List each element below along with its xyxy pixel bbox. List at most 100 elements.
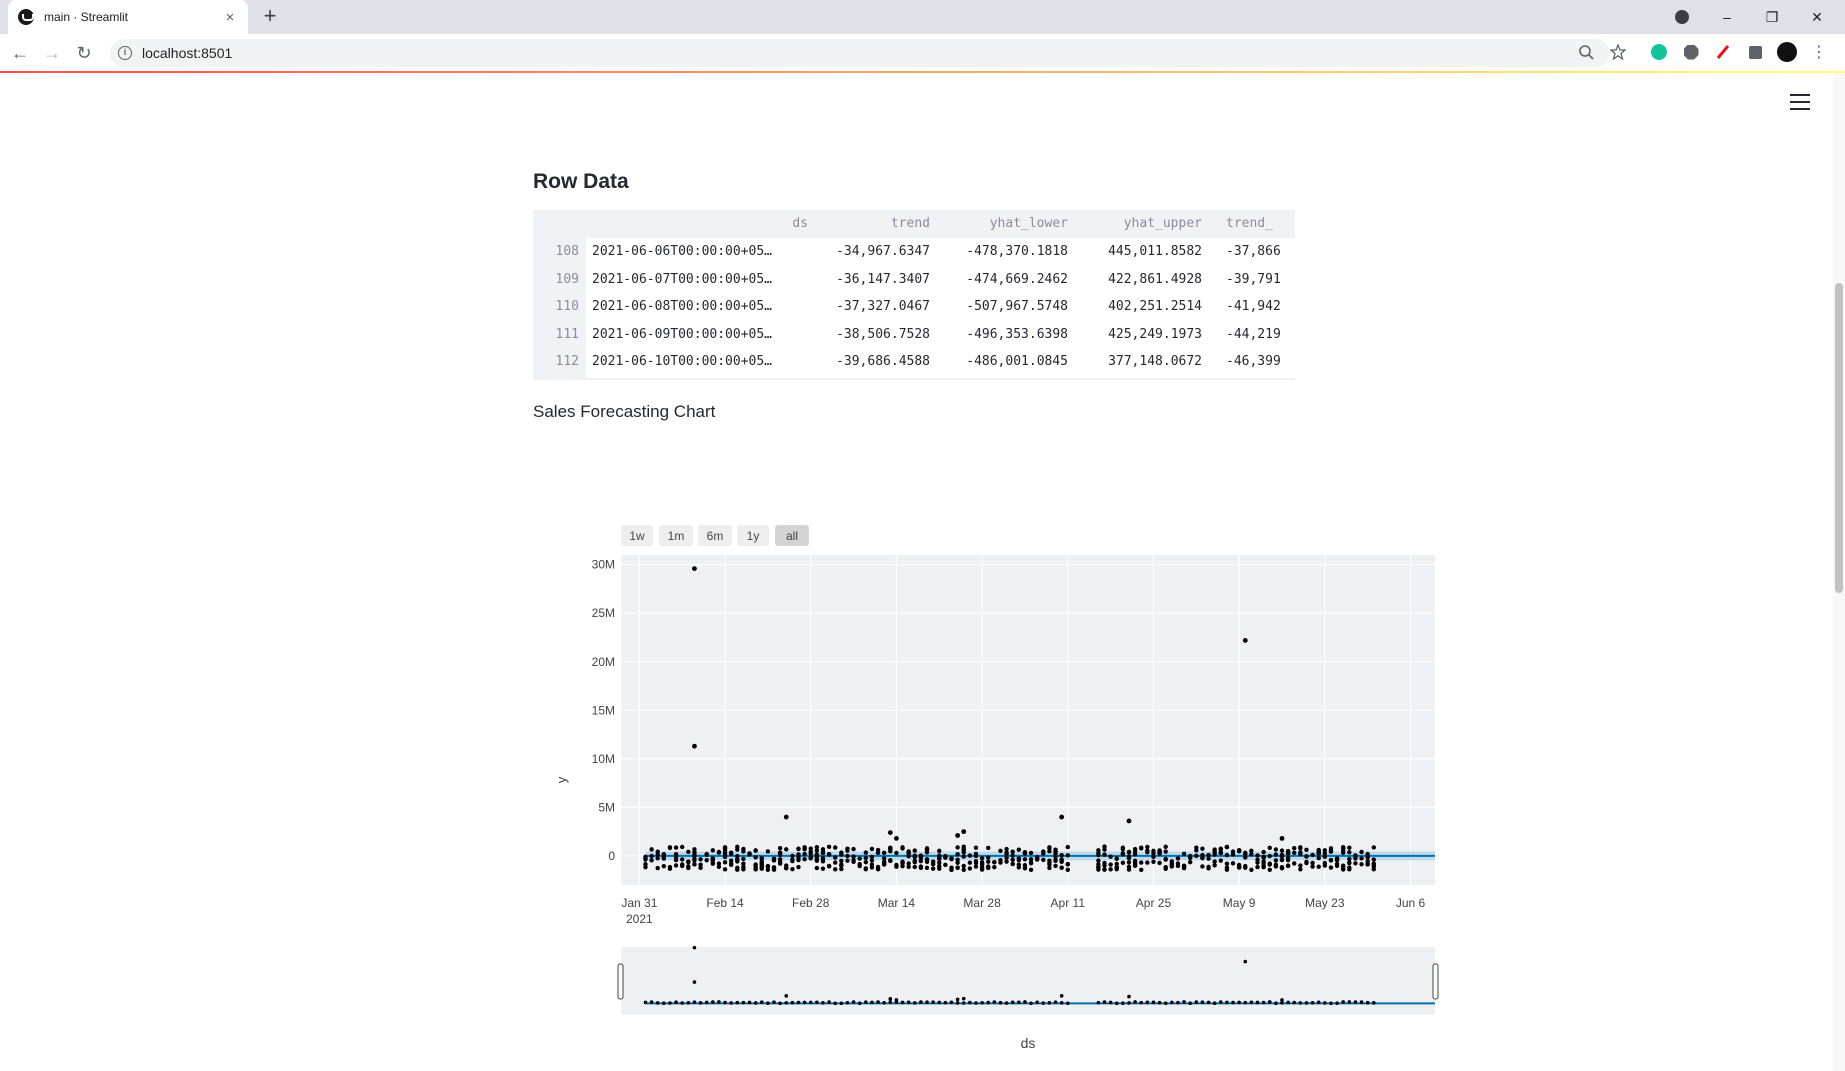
data-point xyxy=(796,864,801,870)
data-point xyxy=(649,858,654,863)
cell-yhat-upper[interactable]: 445,011.8582 xyxy=(1078,244,1202,259)
row-data-table[interactable]: ds trend yhat_lower yhat_upper trend_ 10… xyxy=(533,210,1295,380)
profile-avatar-icon[interactable] xyxy=(1777,42,1797,62)
site-info-icon[interactable]: i xyxy=(118,46,132,60)
data-point xyxy=(1353,861,1358,866)
cell-yhat-upper[interactable]: 402,251.2514 xyxy=(1078,299,1202,314)
cell-yhat-lower[interactable]: -507,967.5748 xyxy=(940,299,1068,314)
data-point xyxy=(1194,853,1199,859)
y-tick-label: 20M xyxy=(592,655,615,669)
cell-yhat-lower[interactable]: -474,669.2462 xyxy=(940,272,1068,287)
reload-button[interactable]: ↻ xyxy=(72,41,96,65)
x-tick-label: Mar 28 xyxy=(963,896,1001,910)
hamburger-menu-icon[interactable] xyxy=(1790,94,1810,112)
cell-yhat-lower[interactable]: -496,353.6398 xyxy=(940,327,1068,342)
data-point xyxy=(680,844,685,850)
cell-yhat-upper[interactable]: 425,249.1973 xyxy=(1078,327,1202,342)
data-point xyxy=(790,866,795,872)
column-header-trend-lower[interactable]: trend_ xyxy=(1212,216,1295,231)
data-point xyxy=(1010,849,1015,854)
cell-ds[interactable]: 2021-06-10T00:00:00+05… xyxy=(586,354,808,369)
table-row[interactable]: 112 2021-06-10T00:00:00+05… -39,686.4588 -4… xyxy=(533,348,1295,375)
zoom-icon[interactable] xyxy=(1576,42,1596,62)
cell-trend[interactable]: -39,686.4588 xyxy=(818,354,930,369)
data-point xyxy=(1151,859,1156,865)
rangeslider-left-handle[interactable] xyxy=(617,963,624,1000)
tab-close-icon[interactable]: × xyxy=(222,9,238,26)
browser-tab[interactable]: main · Streamlit × xyxy=(8,0,248,34)
page-scrollbar[interactable] xyxy=(1833,73,1845,1071)
data-point xyxy=(1340,867,1346,872)
data-point xyxy=(986,864,991,869)
data-point xyxy=(826,851,832,857)
browser-menu-icon[interactable]: ⋮ xyxy=(1809,42,1829,62)
column-header-trend[interactable]: trend xyxy=(818,216,930,231)
range-all-button[interactable]: all xyxy=(775,525,809,546)
new-tab-button[interactable]: + xyxy=(258,5,282,29)
data-point xyxy=(875,847,881,853)
cell-trend[interactable]: -34,967.6347 xyxy=(818,244,930,259)
extensions-puzzle-icon[interactable] xyxy=(1745,42,1765,62)
data-point xyxy=(741,867,746,872)
data-point xyxy=(924,865,930,871)
cell-ds[interactable]: 2021-06-06T00:00:00+05… xyxy=(586,244,808,259)
table-row[interactable]: 110 2021-06-08T00:00:00+05… -37,327.0467 -5… xyxy=(533,293,1295,320)
data-point xyxy=(937,856,942,861)
data-point xyxy=(1359,862,1364,867)
address-bar[interactable]: i localhost:8501 xyxy=(110,39,1610,67)
rangeslider-right-handle[interactable] xyxy=(1432,963,1439,1000)
cell-ds[interactable]: 2021-06-08T00:00:00+05… xyxy=(586,299,808,314)
cell-trend-lower[interactable]: -39,791 xyxy=(1212,272,1295,287)
cell-ds[interactable]: 2021-06-07T00:00:00+05… xyxy=(586,272,808,287)
minimize-window-button[interactable]: – xyxy=(1705,0,1749,34)
forecast-chart[interactable]: 0 5M 10M 15M 20M 25M 30M Jan 31 Feb 14 Feb 28 Mar … xyxy=(540,550,1460,1060)
cell-trend[interactable]: -38,506.7528 xyxy=(818,327,930,342)
data-point xyxy=(1200,855,1205,860)
cell-trend[interactable]: -36,147.3407 xyxy=(818,272,930,287)
rangeslider-point xyxy=(1365,1000,1370,1005)
profile-menu-icon[interactable] xyxy=(1660,0,1704,34)
rangeslider-point xyxy=(747,1000,752,1005)
range-6m-button[interactable]: 6m xyxy=(698,525,732,546)
cell-trend-lower[interactable]: -46,399 xyxy=(1212,354,1295,369)
table-row[interactable]: 111 2021-06-09T00:00:00+05… -38,506.7528 -4… xyxy=(533,321,1295,348)
data-point xyxy=(1139,867,1144,873)
cell-ds[interactable]: 2021-06-09T00:00:00+05… xyxy=(586,327,808,342)
cell-yhat-upper[interactable]: 422,861.4928 xyxy=(1078,272,1202,287)
range-1w-button[interactable]: 1w xyxy=(621,525,653,546)
close-window-button[interactable]: ✕ xyxy=(1795,0,1839,34)
tab-title: main · Streamlit xyxy=(44,10,129,24)
column-header-ds[interactable]: ds xyxy=(586,216,808,231)
data-point xyxy=(1022,850,1028,855)
table-row[interactable]: 109 2021-06-07T00:00:00+05… -36,147.3407 -4… xyxy=(533,266,1295,293)
adblock-extension-icon[interactable] xyxy=(1681,42,1701,62)
data-point xyxy=(667,845,673,850)
rangeslider-point xyxy=(1108,1000,1113,1005)
rangeslider-point xyxy=(1274,1001,1278,1006)
data-point xyxy=(1298,850,1303,855)
grammarly-extension-icon[interactable] xyxy=(1649,42,1669,62)
cell-trend-lower[interactable]: -44,219 xyxy=(1212,327,1295,342)
data-point xyxy=(973,864,979,869)
x-tick-label: Feb 14 xyxy=(706,896,744,910)
column-header-yhat-lower[interactable]: yhat_lower xyxy=(940,216,1068,231)
outlier-point xyxy=(1126,818,1132,824)
bookmark-star-icon[interactable] xyxy=(1608,42,1628,62)
column-header-yhat-upper[interactable]: yhat_upper xyxy=(1078,216,1202,231)
range-1m-button[interactable]: 1m xyxy=(659,525,693,546)
cell-trend[interactable]: -37,327.0467 xyxy=(818,299,930,314)
y-axis-title: y xyxy=(554,776,569,783)
cell-yhat-lower[interactable]: -478,370.1818 xyxy=(940,244,1068,259)
cell-yhat-lower[interactable]: -486,001.0845 xyxy=(940,354,1068,369)
cell-trend-lower[interactable]: -41,942 xyxy=(1212,299,1295,314)
restore-window-button[interactable]: ❐ xyxy=(1750,0,1794,34)
cell-trend-lower[interactable]: -37,866 xyxy=(1212,244,1295,259)
pen-extension-icon[interactable] xyxy=(1713,42,1733,62)
back-button[interactable]: ← xyxy=(8,41,32,65)
forward-button[interactable]: → xyxy=(40,41,64,65)
scrollbar-thumb[interactable] xyxy=(1835,283,1843,593)
range-1y-button[interactable]: 1y xyxy=(737,525,769,546)
data-point xyxy=(845,848,850,853)
table-row[interactable]: 108 2021-06-06T00:00:00+05… -34,967.6347 -4… xyxy=(533,238,1295,265)
cell-yhat-upper[interactable]: 377,148.0672 xyxy=(1078,354,1202,369)
